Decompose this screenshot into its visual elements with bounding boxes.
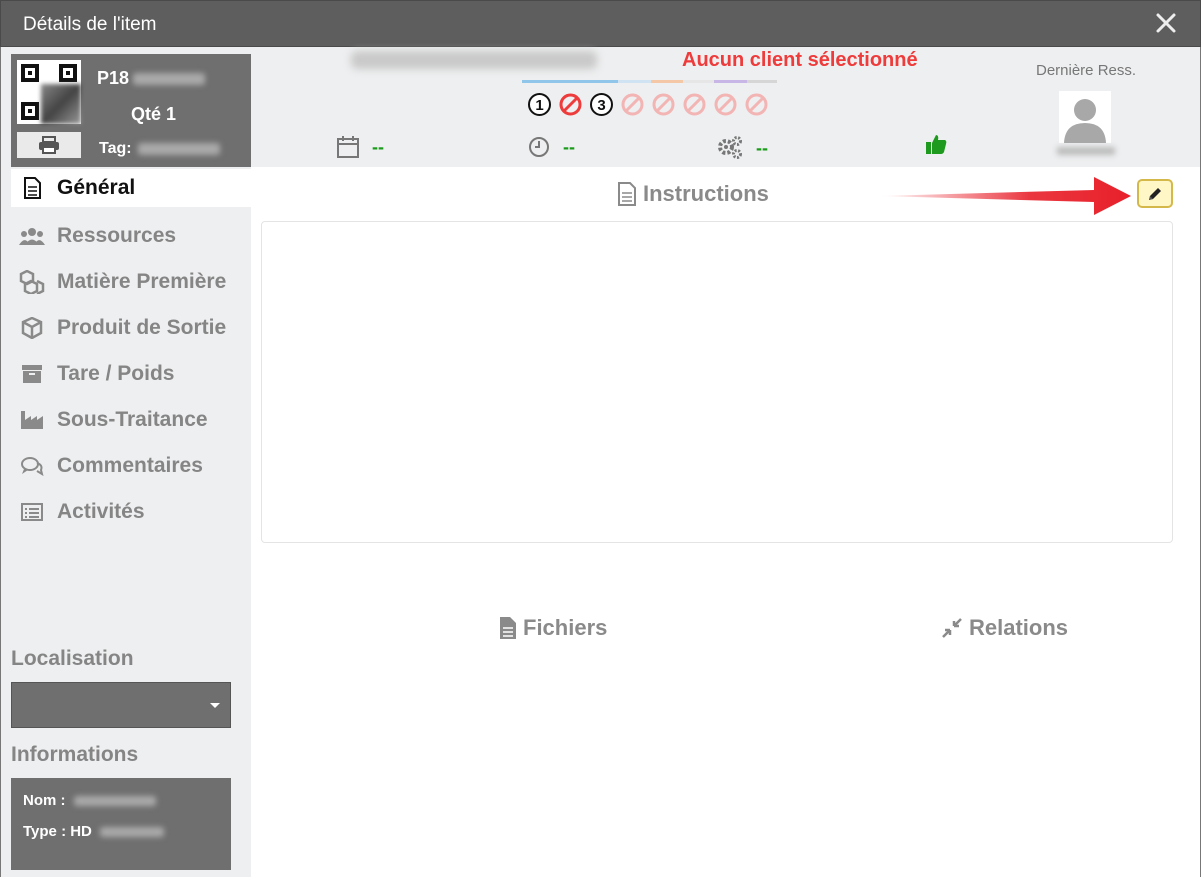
workflow-steps: 13 — [527, 92, 769, 117]
item-quantity: Qté 1 — [131, 104, 177, 124]
caret-down-icon — [210, 703, 220, 708]
nav-item-ressources[interactable]: Ressources — [1, 213, 251, 259]
compress-icon — [942, 618, 962, 638]
comments-icon — [19, 453, 45, 479]
item-header: Aucun client sélectionné 13 -- -- -- Der… — [251, 47, 1200, 167]
users-icon — [19, 223, 45, 249]
nav-item-activites[interactable]: Activités — [1, 489, 251, 535]
location-select[interactable] — [11, 682, 231, 728]
client-status: Aucun client sélectionné — [682, 49, 918, 71]
print-button[interactable] — [17, 132, 81, 158]
step-number-icon[interactable]: 1 — [527, 92, 552, 117]
last-resource-name-redacted — [1057, 147, 1115, 155]
blocked-step-icon[interactable] — [558, 92, 583, 117]
item-description-redacted — [351, 51, 597, 69]
nav-item-produit-de-sortie[interactable]: Produit de Sortie — [1, 305, 251, 351]
file-icon — [500, 617, 516, 639]
nav-item-commentaires[interactable]: Commentaires — [1, 443, 251, 489]
cube-icon — [19, 315, 45, 341]
window-titlebar: Détails de l'item — [0, 0, 1201, 47]
instructions-heading: Instructions — [617, 181, 769, 207]
operations-value: -- — [756, 137, 768, 158]
clock-icon — [529, 137, 549, 157]
files-heading[interactable]: Fichiers — [499, 615, 607, 641]
qr-code — [17, 60, 81, 124]
document-icon — [618, 182, 636, 206]
cubes-icon — [19, 269, 45, 295]
annotation-arrow — [879, 177, 1131, 215]
document-icon — [19, 175, 45, 201]
item-tag-label: Tag: — [99, 140, 132, 157]
item-code: P18 — [97, 68, 130, 88]
archive-icon — [19, 361, 45, 387]
info-type-label: Type : HD — [23, 823, 92, 840]
section-nav: Général Ressources Matière Première Prod… — [1, 169, 251, 535]
location-title: Localisation — [11, 647, 134, 670]
sidebar: P18 Qté 1 Tag: Général Ressources Matièr… — [1, 47, 251, 877]
step-number-icon[interactable]: 3 — [589, 92, 614, 117]
nav-item-sous-traitance[interactable]: Sous-Traitance — [1, 397, 251, 443]
relations-heading[interactable]: Relations — [941, 615, 1068, 641]
information-title: Informations — [11, 743, 139, 766]
gears-icon — [718, 136, 742, 159]
time-value: -- — [563, 136, 575, 157]
disabled-step-icon[interactable] — [682, 92, 707, 117]
pencil-icon — [1149, 187, 1161, 200]
info-name-label: Nom : — [23, 792, 66, 809]
date-value: -- — [372, 136, 384, 157]
printer-icon — [39, 136, 59, 154]
thumbs-up-icon — [926, 135, 947, 154]
svg-text:1: 1 — [535, 97, 543, 114]
disabled-step-icon[interactable] — [744, 92, 769, 117]
svg-text:3: 3 — [597, 97, 605, 114]
list-icon — [19, 499, 45, 525]
disabled-step-icon[interactable] — [713, 92, 738, 117]
nav-item-tare-poids[interactable]: Tare / Poids — [1, 351, 251, 397]
avatar — [1059, 91, 1111, 143]
instructions-panel — [261, 221, 1173, 543]
calendar-icon — [337, 136, 359, 158]
last-resource-label: Dernière Ress. — [1036, 62, 1137, 79]
information-box: Nom : Type : HD — [11, 778, 231, 870]
edit-instructions-button[interactable] — [1137, 179, 1173, 208]
window-title: Détails de l'item — [23, 14, 157, 35]
item-id-card: P18 Qté 1 Tag: — [11, 54, 251, 167]
disabled-step-icon[interactable] — [651, 92, 676, 117]
general-panel: Instructions Fichiers Relations — [251, 167, 1200, 877]
factory-icon — [19, 407, 45, 433]
item-details-window: P18 Qté 1 Tag: Général Ressources Matièr… — [0, 47, 1201, 877]
nav-item-matiere-premiere[interactable]: Matière Première — [1, 259, 251, 305]
nav-item-general[interactable]: Général — [11, 169, 251, 207]
close-icon[interactable] — [1154, 9, 1178, 37]
disabled-step-icon[interactable] — [620, 92, 645, 117]
